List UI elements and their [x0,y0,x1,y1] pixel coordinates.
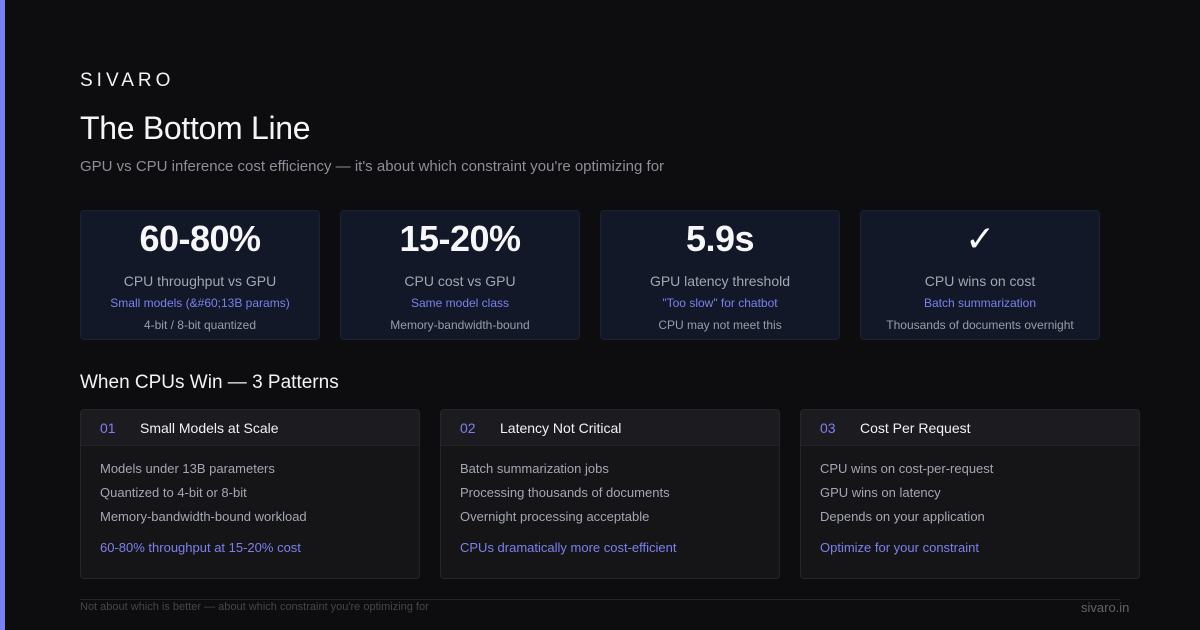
pattern-title: Small Models at Scale [140,419,279,436]
stat-label: GPU latency threshold [649,273,791,289]
pattern-item: Batch summarization jobs [460,461,609,476]
pattern-takeaway: Optimize for your constraint [820,540,979,555]
pattern-takeaway: CPUs dramatically more cost-efficient [460,540,677,555]
pattern-title: Latency Not Critical [500,419,622,436]
section-title: When CPUs Win — 3 Patterns [80,372,339,393]
patterns-row: 01 Small Models at Scale Models under 13… [80,409,1140,579]
pattern-card-cost-per-request: 03 Cost Per Request CPU wins on cost-per… [800,409,1140,579]
stat-card-cpu-throughput: 60-80% CPU throughput vs GPU Small model… [80,210,320,340]
pattern-item: Processing thousands of documents [460,485,670,500]
stat-note: "Too slow" for chatbot [662,296,778,310]
page-subtitle: GPU vs CPU inference cost efficiency — i… [80,158,665,175]
stat-card-cpu-cost: 15-20% CPU cost vs GPU Same model class … [340,210,580,340]
stat-value: 15-20% [399,218,521,259]
stat-value: 60-80% [139,218,261,259]
pattern-title: Cost Per Request [860,419,971,436]
pattern-item: Depends on your application [820,509,985,524]
pattern-body: Models under 13B parameters Quantized to… [81,446,419,555]
stat-note: Batch summarization [923,296,1037,310]
pattern-item: Models under 13B parameters [100,461,275,476]
pattern-takeaway: 60-80% throughput at 15-20% cost [100,540,301,555]
stat-detail: CPU may not meet this [658,318,782,332]
pattern-number: 03 [820,419,836,436]
pattern-item: Memory-bandwidth-bound workload [100,509,307,524]
pattern-number: 01 [100,419,116,436]
stats-row: 60-80% CPU throughput vs GPU Small model… [80,210,1100,340]
pattern-body: CPU wins on cost-per-request GPU wins on… [801,446,1139,555]
pattern-header: 01 Small Models at Scale [81,410,419,446]
stat-detail: Thousands of documents overnight [886,318,1074,332]
pattern-header: 03 Cost Per Request [801,410,1139,446]
pattern-item: CPU wins on cost-per-request [820,461,994,476]
stat-card-latency-threshold: 5.9s GPU latency threshold "Too slow" fo… [600,210,840,340]
stat-note: Small models (&#60;13B params) [110,296,290,310]
pattern-header: 02 Latency Not Critical [441,410,779,446]
stat-label: CPU throughput vs GPU [123,273,277,289]
pattern-card-small-models: 01 Small Models at Scale Models under 13… [80,409,420,579]
pattern-card-latency-not-critical: 02 Latency Not Critical Batch summarizat… [440,409,780,579]
pattern-item: GPU wins on latency [820,485,941,500]
stat-detail: Memory-bandwidth-bound [390,318,530,332]
footer-site-link[interactable]: sivaro.in [1081,600,1129,615]
page-title: The Bottom Line [80,110,311,146]
stat-value: 5.9s [685,218,755,259]
stat-note: Same model class [410,296,510,310]
brand-logo: SIVARO [80,70,175,91]
stat-card-cpu-wins: ✓ CPU wins on cost Batch summarization T… [860,210,1100,340]
stat-label: CPU cost vs GPU [404,273,516,289]
stat-label: CPU wins on cost [924,273,1036,289]
pattern-body: Batch summarization jobs Processing thou… [441,446,779,555]
accent-bar [0,0,5,630]
footer-divider [80,599,1120,600]
pattern-item: Quantized to 4-bit or 8-bit [100,485,247,500]
pattern-item: Overnight processing acceptable [460,509,650,524]
stat-detail: 4-bit / 8-bit quantized [143,318,257,332]
pattern-number: 02 [460,419,476,436]
checkmark-icon: ✓ [965,218,995,259]
footer-note: Not about which is better — about which … [80,601,429,613]
